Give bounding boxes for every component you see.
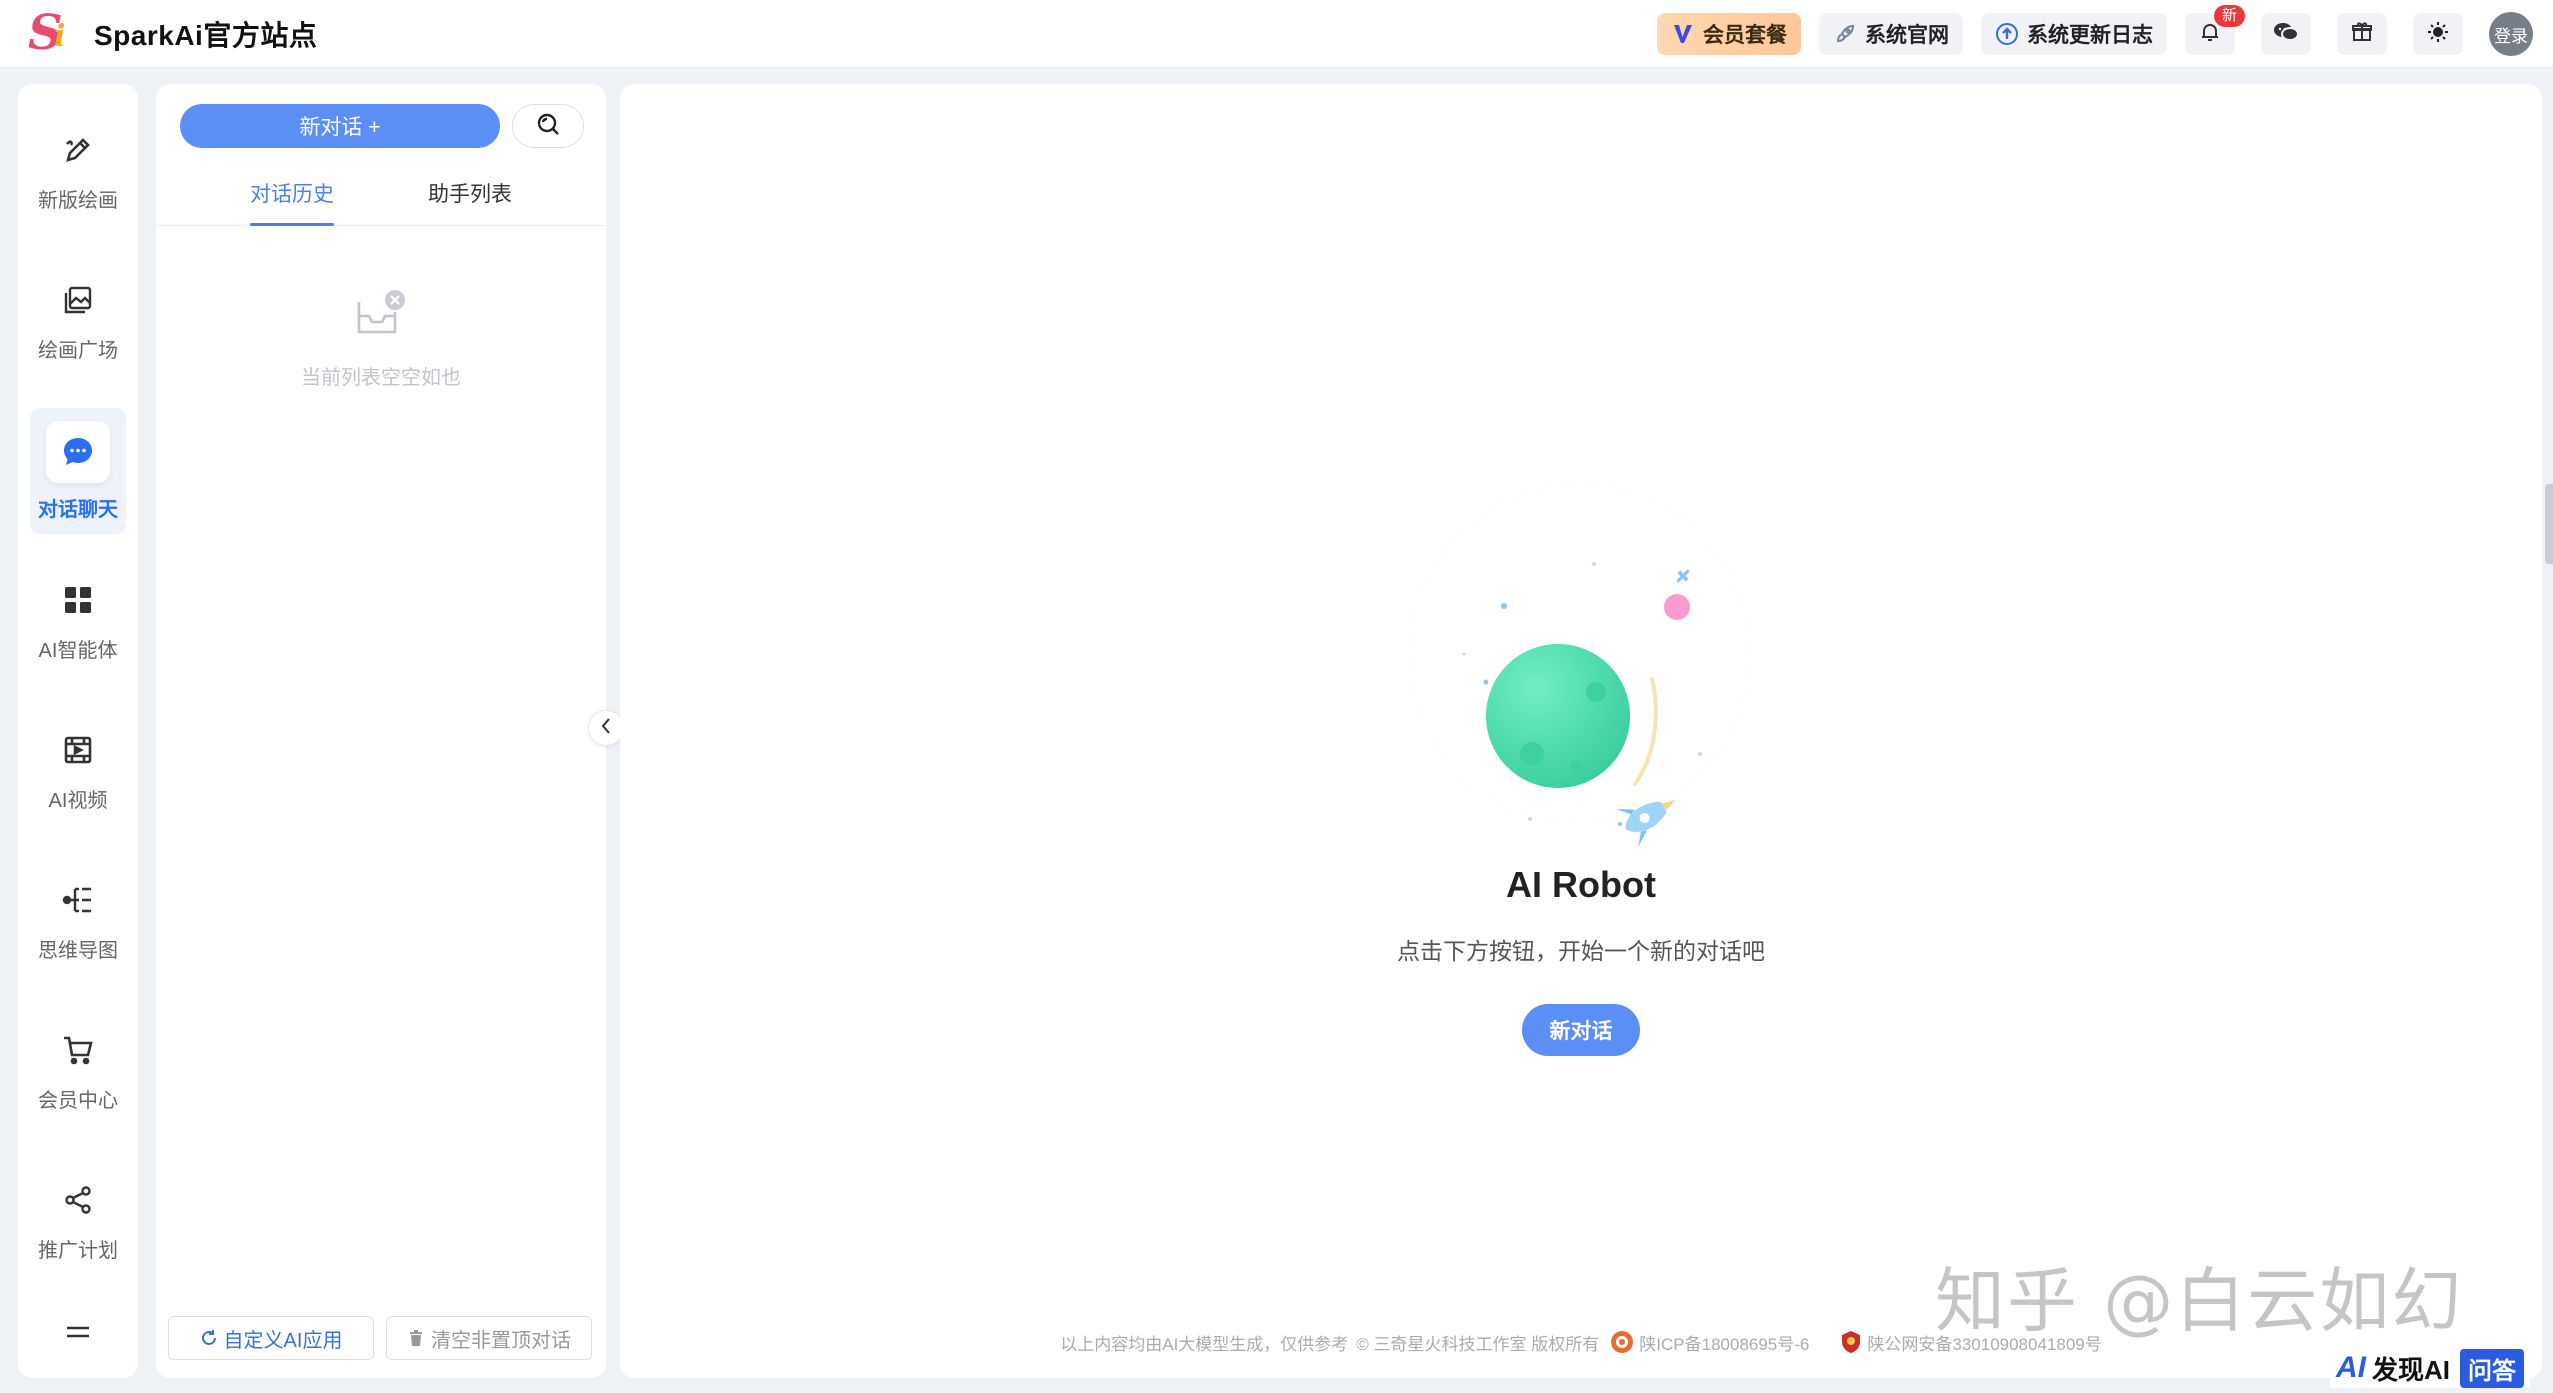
icp-badge-icon bbox=[1609, 1329, 1635, 1355]
robot-subtitle: 点击下方按钮，开始一个新的对话吧 bbox=[1397, 938, 1765, 964]
mindmap-icon bbox=[58, 880, 98, 920]
nav-label: 思维导图 bbox=[38, 939, 118, 962]
changelog-button[interactable]: 系统更新日志 bbox=[1981, 13, 2167, 55]
footer-disclaimer: 以上内容均由AI大模型生成，仅供参考 bbox=[1060, 1334, 1349, 1354]
nav-item-new-drawing[interactable]: 新版绘画 bbox=[30, 108, 126, 234]
main-chat-area: AI Robot 点击下方按钮，开始一个新的对话吧 新对话 以上内容均由AI大模… bbox=[620, 84, 2542, 1378]
official-site-button[interactable]: 系统官网 bbox=[1819, 13, 1963, 55]
new-chat-button[interactable]: 新对话 + bbox=[180, 104, 500, 148]
nav-label: 新版绘画 bbox=[38, 189, 118, 212]
refresh-icon bbox=[200, 1329, 218, 1347]
robot-title: AI Robot bbox=[1506, 864, 1656, 905]
nav-item-ai-agent[interactable]: AI智能体 bbox=[30, 558, 126, 684]
image-gallery-icon bbox=[58, 280, 98, 320]
changelog-label: 系统更新日志 bbox=[2027, 24, 2153, 47]
empty-text: 当前列表空空如也 bbox=[301, 367, 461, 389]
side-scroll-handle[interactable] bbox=[2545, 484, 2553, 564]
brand-ai-mark: AI bbox=[2336, 1351, 2366, 1384]
police-badge-icon bbox=[1839, 1329, 1863, 1355]
gift-icon bbox=[2350, 20, 2374, 49]
gift-button[interactable] bbox=[2337, 13, 2387, 55]
start-new-chat-button[interactable]: 新对话 bbox=[1522, 1004, 1640, 1056]
empty-state: 当前列表空空如也 bbox=[156, 284, 606, 390]
header-actions: 会员套餐 系统官网 系统更新日志 新 登录 bbox=[1657, 0, 2553, 68]
search-button[interactable] bbox=[512, 104, 584, 148]
footer-icp-link[interactable]: 陕ICP备18008695号-6 bbox=[1639, 1330, 1809, 1355]
brand-badge: AI 发现AI 问答 bbox=[2330, 1348, 2531, 1388]
share-icon bbox=[58, 1180, 98, 1220]
tab-assistants[interactable]: 助手列表 bbox=[428, 174, 512, 226]
nav-item-mindmap[interactable]: 思维导图 bbox=[30, 858, 126, 984]
conversation-tabs: 对话历史 助手列表 bbox=[156, 174, 606, 226]
conversation-panel: 新对话 + 对话历史 助手列表 当前列表空空如也 自定义AI应用 清空非置顶对话 bbox=[156, 84, 606, 1378]
zhihu-watermark: 知乎 @白云如幻 bbox=[1935, 1260, 2464, 1342]
brand-name: 发现AI bbox=[2372, 1354, 2451, 1385]
notification-button[interactable]: 新 bbox=[2185, 5, 2245, 55]
site-title: SparkAi官方站点 bbox=[94, 19, 318, 51]
clear-unpinned-label: 清空非置顶对话 bbox=[431, 1329, 571, 1352]
nav-item-chat[interactable]: 对话聊天 bbox=[30, 408, 126, 534]
sun-icon bbox=[2426, 20, 2450, 49]
custom-ai-app-label: 自定义AI应用 bbox=[223, 1329, 343, 1352]
grid-apps-icon bbox=[58, 580, 98, 620]
nav-item-drawing-square[interactable]: 绘画广场 bbox=[30, 258, 126, 384]
nav-item-ai-video[interactable]: AI视频 bbox=[30, 708, 126, 834]
empty-inbox-icon bbox=[351, 284, 411, 349]
wechat-button[interactable] bbox=[2261, 13, 2311, 55]
video-icon bbox=[58, 730, 98, 770]
trash-icon bbox=[407, 1329, 425, 1347]
site-logo[interactable]: Si SparkAi官方站点 bbox=[26, 4, 318, 61]
rocket-icon bbox=[1833, 22, 1857, 46]
custom-ai-app-button[interactable]: 自定义AI应用 bbox=[168, 1316, 374, 1360]
upload-circle-icon bbox=[1995, 22, 2019, 46]
brand-tag: 问答 bbox=[2460, 1348, 2525, 1388]
nav-label: AI智能体 bbox=[38, 639, 118, 662]
left-navigation: 新版绘画 绘画广场 对话聊天 AI智能体 AI视频 思维导图 会员中心 推广计划 bbox=[18, 84, 138, 1378]
theme-toggle-button[interactable] bbox=[2413, 13, 2463, 55]
nav-label: AI视频 bbox=[48, 789, 108, 812]
notification-badge: 新 bbox=[2213, 5, 2245, 27]
nav-item-member-center[interactable]: 会员中心 bbox=[30, 1008, 126, 1134]
login-avatar-button[interactable]: 登录 bbox=[2489, 12, 2533, 56]
vip-v-icon bbox=[1671, 22, 1695, 46]
nav-item-promotion[interactable]: 推广计划 bbox=[30, 1158, 126, 1284]
footer-copyright: © 三奇星火科技工作室 版权所有 bbox=[1356, 1334, 1600, 1354]
cart-icon bbox=[58, 1030, 98, 1070]
tab-history[interactable]: 对话历史 bbox=[250, 174, 334, 226]
vip-package-label: 会员套餐 bbox=[1703, 24, 1787, 47]
collapse-panel-button[interactable] bbox=[588, 710, 624, 746]
wechat-icon bbox=[2272, 20, 2300, 49]
vip-package-button[interactable]: 会员套餐 bbox=[1657, 13, 1801, 55]
nav-label: 会员中心 bbox=[38, 1089, 118, 1112]
nav-menu-toggle[interactable] bbox=[18, 1324, 138, 1345]
planet-rocket-illustration bbox=[1400, 454, 1760, 854]
logo-mark-icon: Si bbox=[28, 4, 66, 61]
nav-label: 绘画广场 bbox=[38, 339, 118, 362]
chevron-left-icon bbox=[599, 717, 613, 740]
menu-lines-icon bbox=[65, 1324, 91, 1345]
official-site-label: 系统官网 bbox=[1865, 24, 1949, 47]
nav-label: 推广计划 bbox=[38, 1239, 118, 1262]
nav-label: 对话聊天 bbox=[38, 498, 118, 521]
pen-draw-icon bbox=[58, 130, 98, 170]
clear-unpinned-button[interactable]: 清空非置顶对话 bbox=[386, 1316, 592, 1360]
search-icon bbox=[535, 111, 561, 142]
chat-bubble-icon bbox=[46, 420, 110, 483]
top-header: Si SparkAi官方站点 会员套餐 系统官网 系统更新日志 新 登录 bbox=[0, 0, 2553, 68]
